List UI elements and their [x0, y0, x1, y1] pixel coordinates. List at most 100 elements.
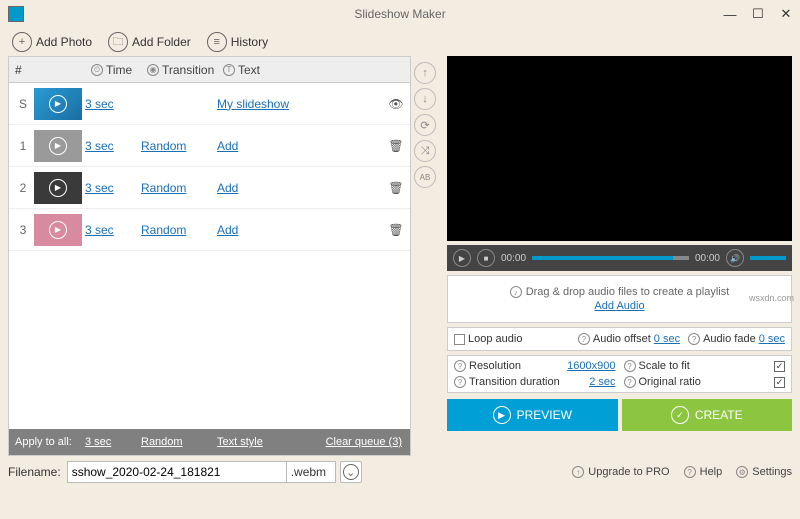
help-icon[interactable]: ? — [624, 360, 636, 372]
minimize-button[interactable]: — — [716, 3, 744, 25]
row-time[interactable]: 3 sec — [85, 139, 114, 153]
row-transition[interactable]: Random — [141, 139, 186, 153]
preview-button[interactable]: ▶PREVIEW — [447, 399, 618, 431]
history-button[interactable]: ≡ History — [201, 30, 274, 54]
help-icon[interactable]: ? — [454, 376, 466, 388]
watermark: wsxdn.com — [749, 293, 794, 303]
plus-icon: + — [12, 32, 32, 52]
row-index: 2 — [9, 181, 31, 195]
time-total: 00:00 — [695, 253, 720, 264]
text-icon: T — [223, 64, 235, 76]
table-header: # ⏲Time ◉Transition TText — [9, 57, 410, 83]
scale-to-fit-label: Scale to fit — [639, 360, 690, 372]
help-icon[interactable]: ? — [688, 333, 700, 345]
apply-time[interactable]: 3 sec — [85, 436, 141, 448]
row-transition[interactable]: Random — [141, 223, 186, 237]
history-icon: ≡ — [207, 32, 227, 52]
help-icon[interactable]: ? — [578, 333, 590, 345]
col-idx: # — [15, 63, 37, 77]
filename-label: Filename: — [8, 465, 61, 479]
table-row[interactable]: 3 ▶ 3 sec Random Add 🗑 — [9, 209, 410, 251]
apply-text-style[interactable]: Text style — [217, 436, 326, 448]
row-thumbnail[interactable]: ▶ — [34, 130, 82, 162]
format-dropdown[interactable]: ⌄ — [340, 461, 362, 483]
stop-button[interactable]: ■ — [477, 249, 495, 267]
col-transition[interactable]: ◉Transition — [147, 63, 223, 77]
move-up-button[interactable]: ↑ — [414, 62, 436, 84]
table-row[interactable]: 2 ▶ 3 sec Random Add 🗑 — [9, 167, 410, 209]
trash-icon[interactable]: 🗑 — [388, 138, 404, 154]
row-text[interactable]: My slideshow — [217, 97, 289, 111]
trash-icon[interactable]: 🗑 — [388, 222, 404, 238]
clock-icon: ⏲ — [91, 64, 103, 76]
resolution-value[interactable]: 1600x900 — [567, 360, 615, 372]
row-time[interactable]: 3 sec — [85, 97, 114, 111]
preview-area — [447, 56, 792, 241]
col-time[interactable]: ⏲Time — [91, 63, 147, 77]
toolbar: + Add Photo 🗀 Add Folder ≡ History — [0, 28, 800, 56]
add-audio-link[interactable]: Add Audio — [594, 300, 644, 312]
row-thumbnail[interactable]: ▶ — [34, 88, 82, 120]
shuffle-button[interactable]: ⤨ — [414, 140, 436, 162]
row-thumbnail[interactable]: ▶ — [34, 172, 82, 204]
upgrade-button[interactable]: ↑Upgrade to PRO — [572, 466, 669, 478]
row-thumbnail[interactable]: ▶ — [34, 214, 82, 246]
transition-icon: ◉ — [147, 64, 159, 76]
scale-to-fit-checkbox[interactable]: ✓ — [774, 361, 785, 372]
apply-transition[interactable]: Random — [141, 436, 217, 448]
gear-icon: ⚙ — [736, 466, 748, 478]
rotate-button[interactable]: ⟳ — [414, 114, 436, 136]
play-icon: ▶ — [49, 179, 67, 197]
eye-icon[interactable]: 👁 — [388, 96, 404, 112]
row-index: S — [9, 97, 31, 111]
col-text[interactable]: TText — [223, 63, 382, 77]
maximize-button[interactable]: ☐ — [744, 3, 772, 25]
table-row[interactable]: 1 ▶ 3 sec Random Add 🗑 — [9, 125, 410, 167]
output-settings: ?Resolution1600x900 ?Scale to fit✓ ?Tran… — [447, 355, 792, 393]
play-icon: ▶ — [493, 406, 511, 424]
row-index: 3 — [9, 223, 31, 237]
audio-options: Loop audio ?Audio offset 0 sec ?Audio fa… — [447, 327, 792, 351]
play-button[interactable]: ▶ — [453, 249, 471, 267]
create-button[interactable]: ✓CREATE — [622, 399, 793, 431]
help-icon[interactable]: ? — [624, 376, 636, 388]
audio-fade-value[interactable]: 0 sec — [759, 333, 785, 345]
filename-input[interactable] — [67, 461, 287, 483]
close-button[interactable]: ✕ — [772, 3, 800, 25]
up-icon: ↑ — [572, 466, 584, 478]
help-icon[interactable]: ? — [454, 360, 466, 372]
audio-offset-value[interactable]: 0 sec — [654, 333, 680, 345]
audio-fade-label: Audio fade — [703, 333, 756, 345]
footer: Filename: .webm ⌄ ↑Upgrade to PRO ?Help … — [0, 456, 800, 488]
loop-audio-checkbox[interactable] — [454, 334, 465, 345]
mute-button[interactable]: 🔊 — [726, 249, 744, 267]
add-photo-button[interactable]: + Add Photo — [6, 30, 98, 54]
add-folder-button[interactable]: 🗀 Add Folder — [102, 30, 197, 54]
row-transition[interactable]: Random — [141, 181, 186, 195]
row-time[interactable]: 3 sec — [85, 181, 114, 195]
row-text[interactable]: Add — [217, 181, 238, 195]
row-time[interactable]: 3 sec — [85, 223, 114, 237]
seek-bar[interactable] — [532, 256, 689, 260]
ab-button[interactable]: AB — [414, 166, 436, 188]
transition-duration-value[interactable]: 2 sec — [589, 376, 615, 388]
titlebar: Slideshow Maker — ☐ ✕ — [0, 0, 800, 28]
audio-hint: Drag & drop audio files to create a play… — [526, 286, 730, 298]
resolution-label: Resolution — [469, 360, 521, 372]
settings-button[interactable]: ⚙Settings — [736, 466, 792, 478]
help-icon: ? — [684, 466, 696, 478]
add-photo-label: Add Photo — [36, 35, 92, 49]
player-controls: ▶ ■ 00:00 00:00 🔊 — [447, 245, 792, 271]
history-label: History — [231, 35, 268, 49]
move-down-button[interactable]: ↓ — [414, 88, 436, 110]
audio-dropzone[interactable]: ♪Drag & drop audio files to create a pla… — [447, 275, 792, 323]
table-row[interactable]: S ▶ 3 sec My slideshow 👁 — [9, 83, 410, 125]
trash-icon[interactable]: 🗑 — [388, 180, 404, 196]
clear-queue[interactable]: Clear queue (3) — [326, 436, 410, 448]
help-button[interactable]: ?Help — [684, 466, 723, 478]
row-text[interactable]: Add — [217, 139, 238, 153]
play-icon: ▶ — [49, 137, 67, 155]
volume-bar[interactable] — [750, 256, 786, 260]
original-ratio-checkbox[interactable]: ✓ — [774, 377, 785, 388]
row-text[interactable]: Add — [217, 223, 238, 237]
